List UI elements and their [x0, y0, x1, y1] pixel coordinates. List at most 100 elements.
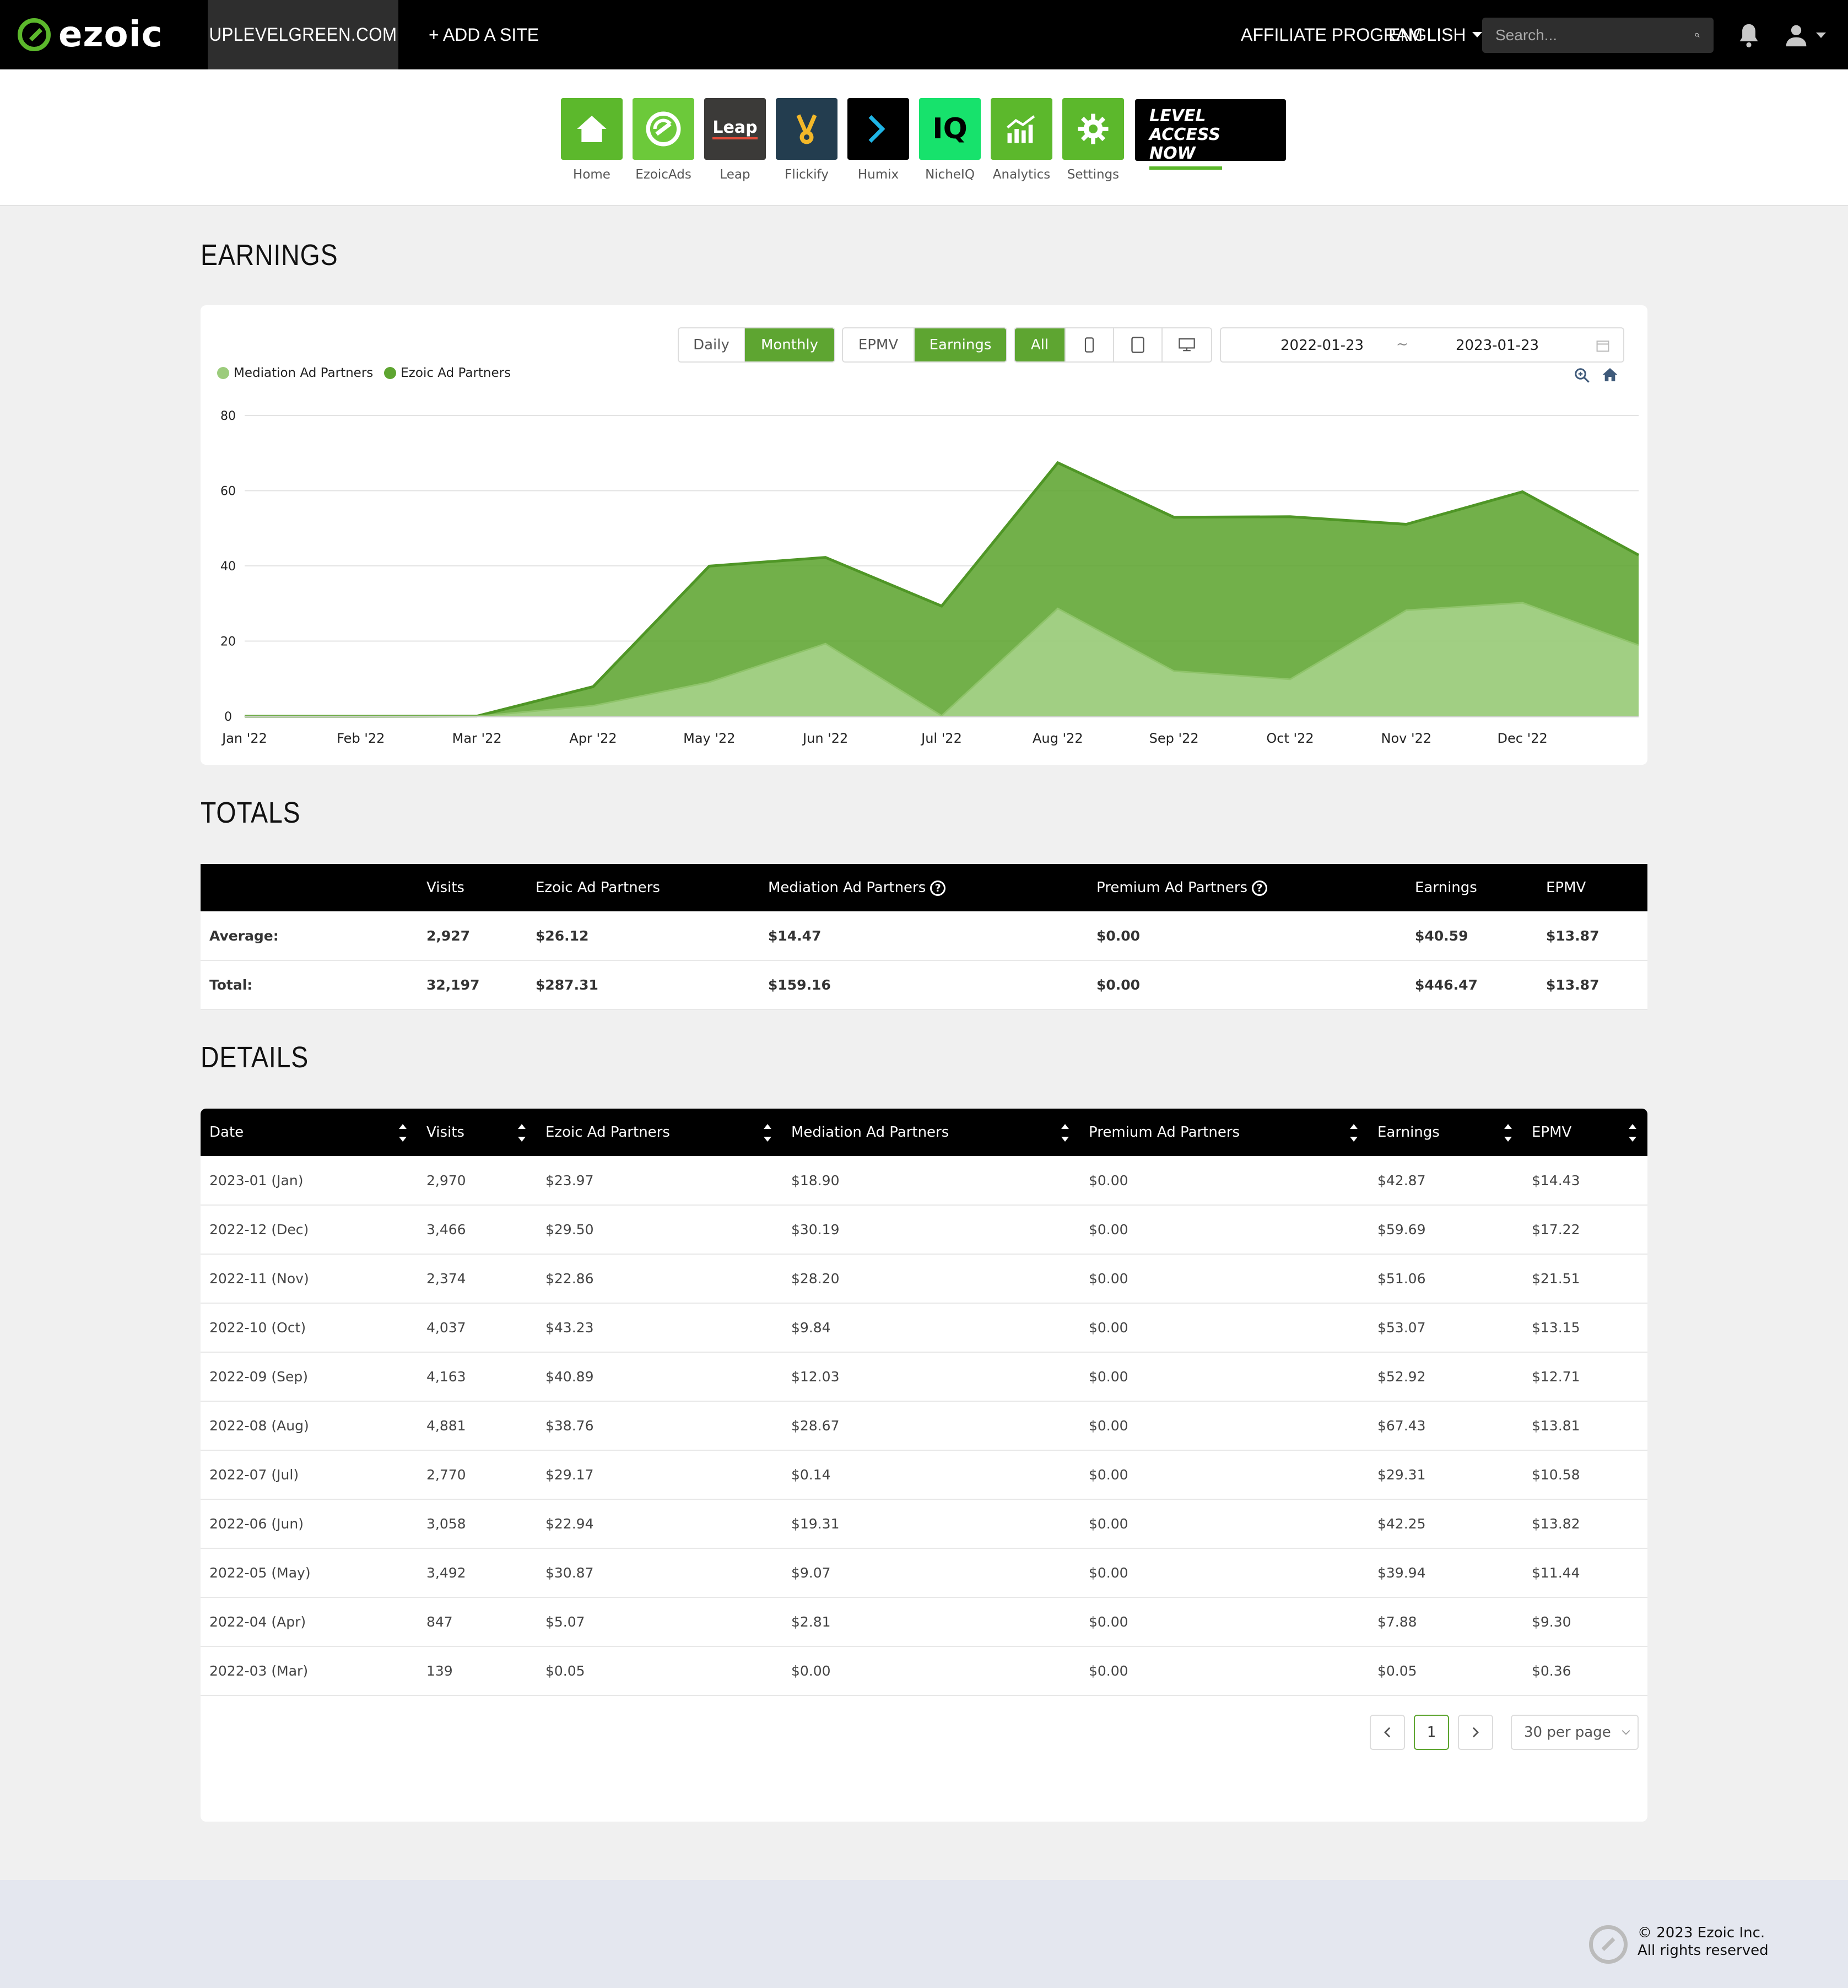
language-dropdown[interactable]: ENGLISH	[1388, 0, 1483, 69]
x-tick-label: May '22	[683, 731, 735, 746]
date-from[interactable]: 2022-01-23	[1280, 337, 1364, 354]
sort-arrows-icon[interactable]	[764, 1124, 771, 1142]
user-menu[interactable]	[1784, 22, 1834, 48]
tablet-device-button[interactable]	[1114, 328, 1163, 361]
table-cell: $42.25	[1369, 1499, 1523, 1549]
app-humix[interactable]: Humix	[847, 98, 909, 182]
table-cell: $59.69	[1369, 1205, 1523, 1255]
details-header-cell[interactable]: Premium Ad Partners	[1080, 1109, 1369, 1156]
monthly-button[interactable]: Monthly	[745, 328, 834, 361]
calendar-icon[interactable]	[1596, 338, 1610, 353]
footer: © 2023 Ezoic Inc. All rights reserved	[0, 1880, 1848, 1988]
table-cell: $22.94	[537, 1499, 782, 1549]
zoom-icon[interactable]	[1574, 367, 1590, 383]
table-cell: 2022-04 (Apr)	[201, 1597, 418, 1647]
earnings-button[interactable]: Earnings	[915, 328, 1006, 361]
ezoic-footer-logo	[1589, 1925, 1628, 1964]
desktop-device-button[interactable]	[1163, 328, 1211, 361]
app-flickify[interactable]: Flickify	[776, 98, 837, 182]
table-cell: $30.19	[782, 1205, 1080, 1255]
app-ezoicads[interactable]: EzoicAds	[633, 98, 694, 182]
chevron-down-icon	[1816, 33, 1826, 38]
totals-header-cell: EPMV	[1537, 864, 1647, 911]
ezoic-ads-icon	[633, 98, 694, 160]
totals-cell: $446.47	[1406, 960, 1537, 1010]
table-cell: $0.05	[537, 1646, 782, 1696]
app-nicheiq[interactable]: IQ NicheIQ	[919, 98, 981, 182]
table-row: 2022-11 (Nov) 2,374 $22.86 $28.20 $0.00 $51.0…	[201, 1254, 1647, 1304]
epmv-button[interactable]: EPMV	[843, 328, 915, 361]
details-header-cell[interactable]: EPMV	[1523, 1109, 1647, 1156]
table-cell: $29.50	[537, 1205, 782, 1255]
phone-device-button[interactable]	[1066, 328, 1114, 361]
app-leap[interactable]: Leap Leap	[704, 98, 766, 182]
per-page-select[interactable]: 30 per page	[1511, 1715, 1639, 1750]
app-home[interactable]: Home	[561, 98, 623, 182]
chevron-down-icon	[1472, 32, 1483, 37]
next-page-button[interactable]	[1458, 1715, 1493, 1750]
sort-arrows-icon[interactable]	[1629, 1124, 1636, 1142]
table-cell: $29.17	[537, 1450, 782, 1500]
ezoic-logo[interactable]: ezoic	[18, 17, 163, 53]
sort-arrows-icon[interactable]	[399, 1124, 407, 1142]
details-header-cell[interactable]: Mediation Ad Partners	[782, 1109, 1080, 1156]
phone-icon	[1084, 337, 1094, 353]
table-cell: $0.00	[782, 1646, 1080, 1696]
date-range-picker[interactable]: 2022-01-23 ~ 2023-01-23	[1220, 327, 1624, 363]
details-header-cell[interactable]: Earnings	[1369, 1109, 1523, 1156]
prev-page-button[interactable]	[1370, 1715, 1405, 1750]
table-cell: $0.00	[1080, 1646, 1369, 1696]
search-box[interactable]	[1482, 18, 1714, 53]
question-circle-icon[interactable]: ?	[1252, 880, 1268, 896]
level-access-now-banner[interactable]: LEVEL ACCESS NOW	[1135, 99, 1286, 170]
table-cell: $51.06	[1369, 1254, 1523, 1304]
table-cell: 2,770	[418, 1450, 537, 1500]
search-input[interactable]	[1495, 26, 1694, 44]
totals-cell: $159.16	[759, 960, 1088, 1010]
nicheiq-icon: IQ	[919, 98, 981, 160]
date-to[interactable]: 2023-01-23	[1456, 337, 1539, 354]
table-cell: 2023-01 (Jan)	[201, 1156, 418, 1206]
data-point-ezoic	[1522, 491, 1523, 493]
legend-item-ezoic[interactable]: Ezoic Ad Partners	[384, 366, 511, 380]
table-cell: 2022-07 (Jul)	[201, 1450, 418, 1500]
bell-icon[interactable]	[1737, 22, 1761, 48]
app-analytics[interactable]: Analytics	[991, 98, 1052, 182]
sort-arrows-icon[interactable]	[518, 1124, 526, 1142]
table-cell: 2,970	[418, 1156, 537, 1206]
page-number-button[interactable]: 1	[1414, 1715, 1449, 1750]
x-tick-label: Jun '22	[802, 731, 848, 746]
totals-cell: $0.00	[1088, 911, 1406, 961]
sort-arrows-icon[interactable]	[1504, 1124, 1512, 1142]
table-cell: $23.97	[537, 1156, 782, 1206]
totals-table: Visits Ezoic Ad Partners Mediation Ad Pa…	[201, 864, 1647, 1010]
details-header-cell[interactable]: Date	[201, 1109, 418, 1156]
all-devices-button[interactable]: All	[1015, 328, 1066, 361]
details-header-cell[interactable]: Ezoic Ad Partners	[537, 1109, 782, 1156]
table-cell: $38.76	[537, 1401, 782, 1451]
table-cell: 3,058	[418, 1499, 537, 1549]
table-cell: 2022-06 (Jun)	[201, 1499, 418, 1549]
table-cell: $28.20	[782, 1254, 1080, 1304]
data-point-mediation	[1057, 608, 1058, 609]
earnings-heading: EARNINGS	[201, 239, 338, 272]
rights-line: All rights reserved	[1638, 1942, 1769, 1959]
period-toggle: Daily Monthly	[678, 327, 835, 363]
add-site-link[interactable]: + ADD A SITE	[429, 0, 539, 69]
app-settings[interactable]: Settings	[1062, 98, 1124, 182]
totals-header-cell	[201, 864, 418, 911]
reset-zoom-home-icon[interactable]	[1601, 366, 1619, 383]
sort-arrows-icon[interactable]	[1061, 1124, 1069, 1142]
table-cell: 2022-12 (Dec)	[201, 1205, 418, 1255]
legend-item-mediation[interactable]: Mediation Ad Partners	[217, 366, 373, 380]
table-cell: 4,163	[418, 1352, 537, 1402]
details-header-cell[interactable]: Visits	[418, 1109, 537, 1156]
daily-button[interactable]: Daily	[679, 328, 745, 361]
table-cell: $12.71	[1523, 1352, 1647, 1402]
question-circle-icon[interactable]: ?	[930, 880, 946, 896]
site-selector-tab[interactable]: UPLEVELGREEN.COM	[208, 0, 398, 69]
sort-arrows-icon[interactable]	[1350, 1124, 1358, 1142]
search-icon[interactable]	[1694, 28, 1700, 42]
level-access-line1: LEVEL	[1149, 106, 1206, 126]
table-row: 2022-05 (May) 3,492 $30.87 $9.07 $0.00 $39.94…	[201, 1548, 1647, 1598]
